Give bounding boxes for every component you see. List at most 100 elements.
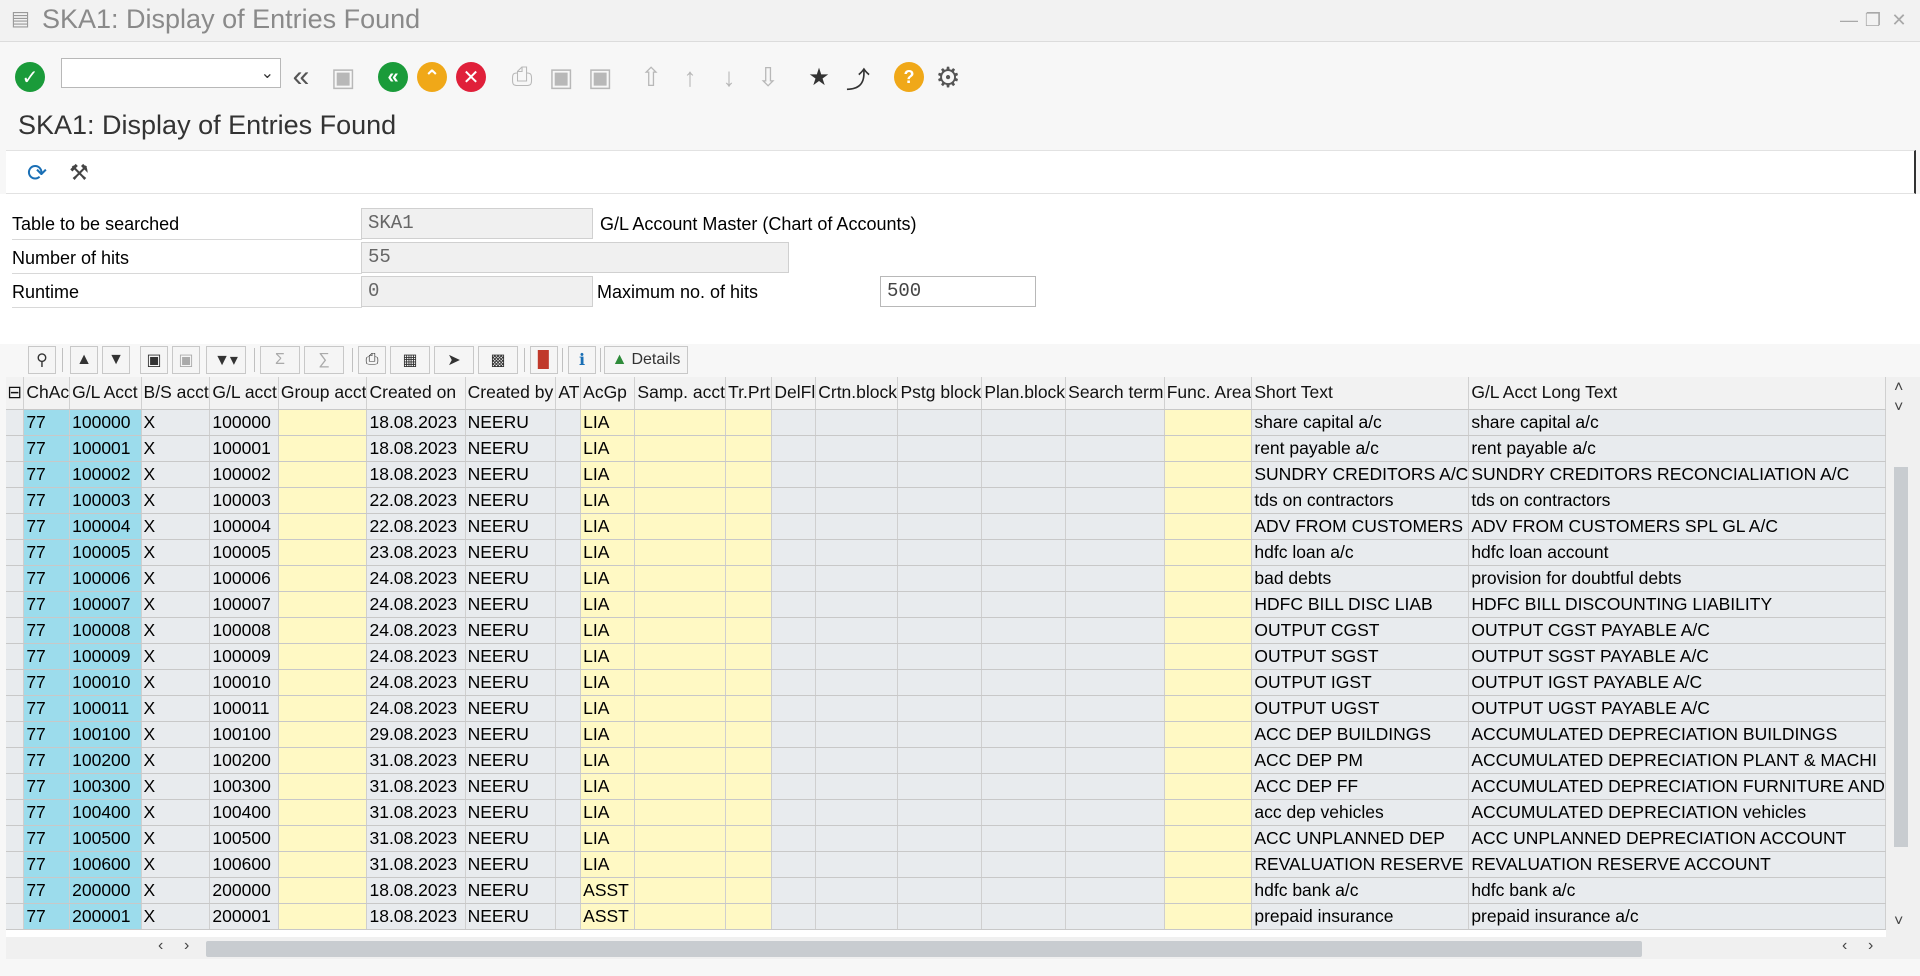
table-cell[interactable]: X xyxy=(141,435,211,462)
table-cell[interactable] xyxy=(725,721,773,748)
table-cell[interactable]: 23.08.2023 xyxy=(366,539,466,566)
table-cell[interactable] xyxy=(634,851,727,878)
table-cell[interactable]: 100000 xyxy=(69,409,142,436)
table-cell[interactable] xyxy=(771,591,817,618)
table-cell[interactable]: ADV FROM CUSTOMERS SPL GL A/C xyxy=(1468,513,1886,540)
table-cell[interactable]: NEERU xyxy=(465,877,557,904)
table-cell[interactable]: 77 xyxy=(23,903,71,930)
table-cell[interactable] xyxy=(278,461,368,488)
table-cell[interactable]: REVALUATION RESERVE xyxy=(1251,851,1470,878)
views-button[interactable]: ▦ xyxy=(390,346,430,374)
table-cell[interactable] xyxy=(1065,825,1165,852)
row-selector[interactable] xyxy=(6,669,25,696)
table-cell[interactable]: 31.08.2023 xyxy=(366,799,466,826)
table-cell[interactable]: ACC DEP PM xyxy=(1251,747,1470,774)
table-cell[interactable] xyxy=(981,825,1067,852)
table-cell[interactable] xyxy=(634,643,727,670)
table-row[interactable]: 77 100600 X 100600 31.08.2023 NEERU LIA REVALUA… xyxy=(6,851,1886,878)
column-header[interactable]: Group acct xyxy=(278,377,368,410)
table-cell[interactable]: NEERU xyxy=(465,409,557,436)
table-cell[interactable]: 18.08.2023 xyxy=(366,461,466,488)
table-cell[interactable]: NEERU xyxy=(465,435,557,462)
table-cell[interactable] xyxy=(634,747,727,774)
scroll-up-icon[interactable]: ˅ xyxy=(1894,399,1903,417)
minimize-icon[interactable]: — xyxy=(1838,10,1860,30)
table-cell[interactable]: 77 xyxy=(23,461,71,488)
table-cell[interactable] xyxy=(815,461,899,488)
row-selector[interactable] xyxy=(6,851,25,878)
table-cell[interactable] xyxy=(815,851,899,878)
table-cell[interactable]: NEERU xyxy=(465,773,557,800)
table-cell[interactable] xyxy=(815,747,899,774)
table-cell[interactable]: OUTPUT CGST xyxy=(1251,617,1470,644)
table-cell[interactable] xyxy=(634,435,727,462)
table-cell[interactable] xyxy=(634,773,727,800)
table-cell[interactable] xyxy=(725,617,773,644)
table-row[interactable]: 77 100100 X 100100 29.08.2023 NEERU LIA ACC DEP… xyxy=(6,721,1886,748)
table-cell[interactable] xyxy=(981,487,1067,514)
table-cell[interactable] xyxy=(725,903,773,930)
table-cell[interactable] xyxy=(555,877,582,904)
table-cell[interactable]: 100200 xyxy=(69,747,142,774)
table-cell[interactable] xyxy=(897,539,983,566)
table-cell[interactable]: NEERU xyxy=(465,851,557,878)
table-cell[interactable] xyxy=(555,617,582,644)
table-row[interactable]: 77 100007 X 100007 24.08.2023 NEERU LIA HDFC BI… xyxy=(6,591,1886,618)
scroll-right-icon[interactable]: › xyxy=(184,937,189,955)
table-cell[interactable]: hdfc bank a/c xyxy=(1468,877,1886,904)
table-cell[interactable] xyxy=(555,669,582,696)
table-row[interactable]: 77 100011 X 100011 24.08.2023 NEERU LIA OUTPUT … xyxy=(6,695,1886,722)
table-cell[interactable]: rent payable a/c xyxy=(1468,435,1886,462)
column-header[interactable]: G/L Acct xyxy=(69,377,142,410)
new-session-button[interactable]: ★ xyxy=(802,60,836,94)
table-cell[interactable] xyxy=(555,513,582,540)
table-cell[interactable] xyxy=(1065,877,1165,904)
find-next-in-list-button[interactable]: ▣ xyxy=(172,346,200,374)
table-cell[interactable] xyxy=(815,825,899,852)
table-cell[interactable]: 200000 xyxy=(69,877,142,904)
table-cell[interactable]: 22.08.2023 xyxy=(366,487,466,514)
table-cell[interactable]: tds on contractors xyxy=(1468,487,1886,514)
table-cell[interactable]: 100009 xyxy=(69,643,142,670)
settings-button[interactable]: ⚙ xyxy=(931,60,965,94)
table-cell[interactable]: X xyxy=(141,721,211,748)
table-cell[interactable] xyxy=(634,513,727,540)
table-cell[interactable] xyxy=(278,487,368,514)
maxhits-input[interactable]: 500 xyxy=(880,276,1036,307)
table-cell[interactable]: LIA xyxy=(580,487,636,514)
table-cell[interactable] xyxy=(725,409,773,436)
column-header[interactable]: Created on xyxy=(366,377,466,410)
table-cell[interactable] xyxy=(1164,877,1253,904)
table-cell[interactable]: 100002 xyxy=(69,461,142,488)
table-cell[interactable] xyxy=(1065,487,1165,514)
table-cell[interactable] xyxy=(771,409,817,436)
table-cell[interactable]: 77 xyxy=(23,721,71,748)
table-cell[interactable]: 100010 xyxy=(209,669,279,696)
table-cell[interactable] xyxy=(555,565,582,592)
table-cell[interactable] xyxy=(1065,513,1165,540)
table-cell[interactable]: 24.08.2023 xyxy=(366,565,466,592)
row-selector[interactable] xyxy=(6,877,25,904)
table-cell[interactable]: ADV FROM CUSTOMERS xyxy=(1251,513,1470,540)
table-cell[interactable]: HDFC BILL DISC LIAB xyxy=(1251,591,1470,618)
table-cell[interactable] xyxy=(1164,773,1253,800)
table-cell[interactable] xyxy=(278,409,368,436)
table-cell[interactable] xyxy=(725,825,773,852)
table-cell[interactable]: 77 xyxy=(23,617,71,644)
column-header[interactable]: Samp. acct xyxy=(634,377,727,410)
table-cell[interactable]: LIA xyxy=(580,643,636,670)
table-cell[interactable]: ACC DEP FF xyxy=(1251,773,1470,800)
table-cell[interactable] xyxy=(725,591,773,618)
help-button[interactable]: ? xyxy=(892,60,926,94)
table-cell[interactable] xyxy=(278,851,368,878)
table-cell[interactable] xyxy=(555,461,582,488)
table-cell[interactable]: X xyxy=(141,461,211,488)
table-cell[interactable]: 31.08.2023 xyxy=(366,825,466,852)
table-cell[interactable] xyxy=(981,565,1067,592)
row-selector[interactable] xyxy=(6,903,25,930)
table-cell[interactable] xyxy=(725,877,773,904)
find-in-list-button[interactable]: ▣ xyxy=(140,346,168,374)
table-cell[interactable]: 100005 xyxy=(209,539,279,566)
table-cell[interactable]: 100002 xyxy=(209,461,279,488)
row-selector[interactable] xyxy=(6,565,25,592)
